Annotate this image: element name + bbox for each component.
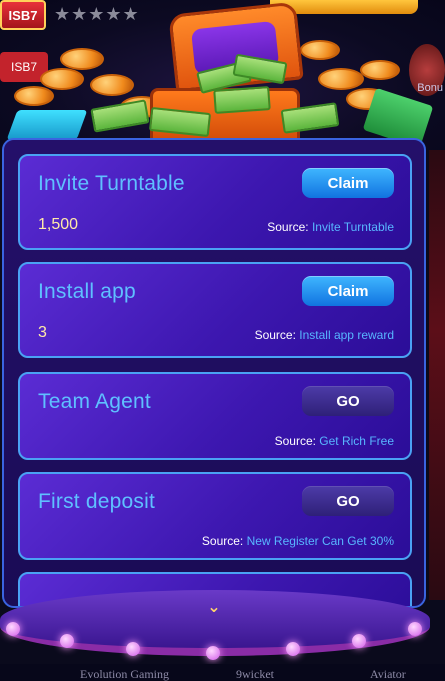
source-link[interactable]: New Register Can Get 30% (247, 534, 394, 548)
card-title: Invite Turntable (38, 172, 185, 195)
coin-icon (60, 48, 104, 70)
reward-amount: 1,500 (38, 216, 79, 233)
card-source: Source: Install app reward (255, 328, 394, 342)
nav-item-aviator[interactable]: Aviator (370, 667, 406, 681)
source-label: Source: (254, 328, 296, 342)
source-label: Source: (267, 220, 309, 234)
nav-item-evolution-gaming[interactable]: Evolution Gaming (80, 667, 169, 681)
reward-card-invite-turntable: Invite Turntable Claim 1,500 Source: Inv… (18, 154, 412, 250)
card-source: Source: Get Rich Free (275, 434, 394, 448)
go-button[interactable]: GO (302, 386, 394, 416)
background-side-strip (429, 150, 445, 600)
reward-card-install-app: Install app Claim 3 Source: Install app … (18, 262, 412, 358)
source-link[interactable]: Install app reward (299, 328, 394, 342)
blue-card-icon (6, 110, 88, 140)
go-button[interactable]: GO (302, 486, 394, 516)
claim-button[interactable]: Claim (302, 276, 394, 306)
platform-light (286, 642, 300, 656)
treasure-chest-illustration (0, 0, 445, 150)
card-title: First deposit (38, 490, 155, 513)
nav-item-9wicket[interactable]: 9wicket (236, 667, 274, 681)
platform-light (60, 634, 74, 648)
card-title: Install app (38, 280, 136, 303)
source-label: Source: (274, 434, 316, 448)
cash-icon (90, 99, 150, 133)
reward-amount: 3 (38, 324, 47, 341)
coin-icon (318, 68, 364, 90)
coin-icon (14, 86, 54, 106)
card-source: Source: Invite Turntable (267, 220, 394, 234)
coin-icon (300, 40, 340, 60)
reward-card-team-agent: Team Agent GO Source: Get Rich Free (18, 372, 412, 460)
rewards-modal: Invite Turntable Claim 1,500 Source: Inv… (2, 138, 426, 608)
source-link[interactable]: Get Rich Free (319, 434, 394, 448)
card-title: Team Agent (38, 390, 151, 413)
platform-light (352, 634, 366, 648)
reward-card-first-deposit: First deposit GO Source: New Register Ca… (18, 472, 412, 560)
coin-icon (360, 60, 400, 80)
coin-icon (40, 68, 84, 90)
cash-icon (213, 86, 271, 114)
platform-light (126, 642, 140, 656)
claim-button[interactable]: Claim (302, 168, 394, 198)
coin-icon (90, 74, 134, 96)
platform-light (206, 646, 220, 660)
platform-light (408, 622, 422, 636)
card-source: Source: New Register Can Get 30% (202, 534, 394, 548)
source-link[interactable]: Invite Turntable (312, 220, 394, 234)
platform-light (6, 622, 20, 636)
chevron-down-icon[interactable]: ⌄ (204, 600, 224, 616)
source-label: Source: (201, 534, 244, 548)
